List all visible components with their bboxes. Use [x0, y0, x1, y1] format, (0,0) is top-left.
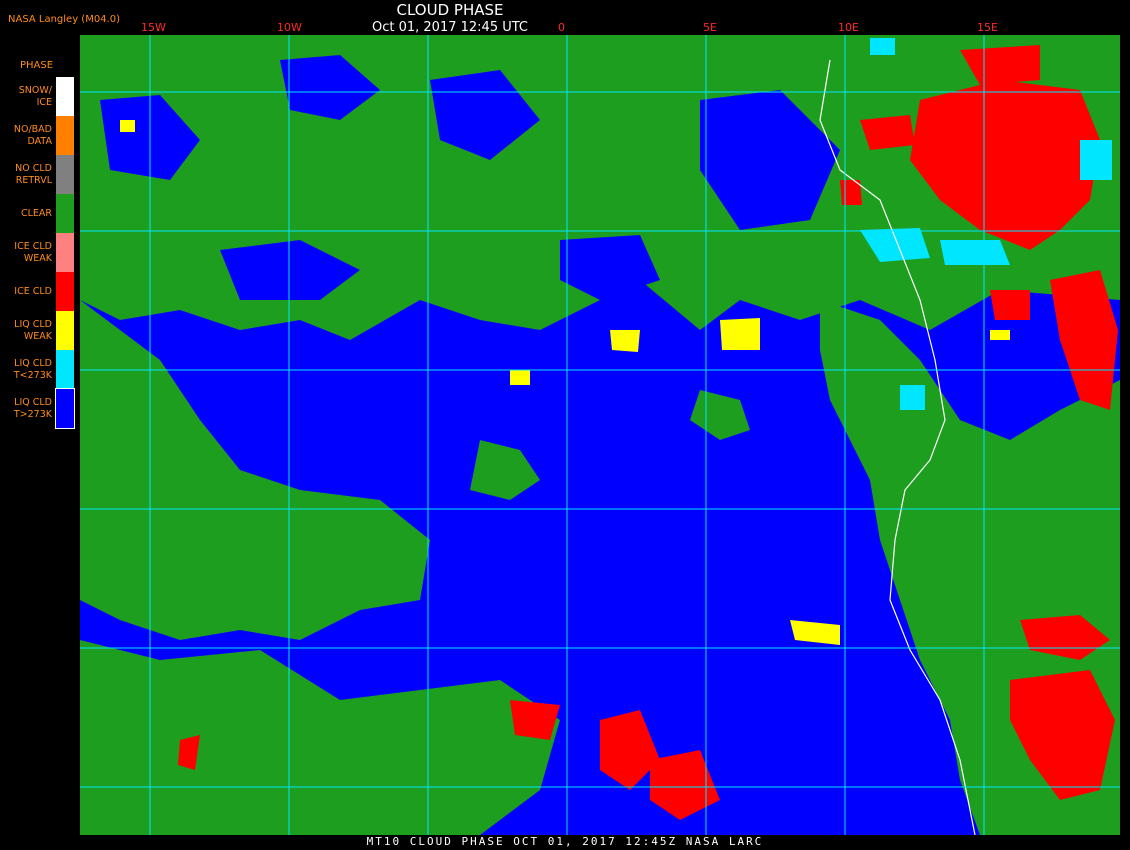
lon-label-15w: 15W [141, 21, 166, 34]
legend-swatch [56, 233, 74, 272]
legend-item-ice-cld: ICE CLD [0, 272, 78, 311]
legend-swatch [56, 194, 74, 233]
legend-swatch [56, 77, 74, 116]
legend-swatch [56, 116, 74, 155]
legend-item-clear: CLEAR [0, 194, 78, 233]
legend-label: LIQ CLD WEAK [14, 318, 52, 342]
lon-label-10w: 10W [277, 21, 302, 34]
legend-label: ICE CLD [14, 285, 52, 297]
map-title: CLOUD PHASE [396, 1, 504, 19]
legend-item-liq-cld-weak: LIQ CLD WEAK [0, 311, 78, 350]
lon-label-5e: 5E [703, 21, 717, 34]
lon-label-15e: 15E [977, 21, 998, 34]
cloud-phase-map [80, 35, 1120, 835]
map-datetime: Oct 01, 2017 12:45 UTC [372, 20, 528, 35]
footer-caption: MT10 CLOUD PHASE OCT 01, 2017 12:45Z NAS… [366, 835, 764, 848]
legend-item-snow-ice: SNOW/ ICE [0, 77, 78, 116]
legend-item-ice-cld-weak: ICE CLD WEAK [0, 233, 78, 272]
legend-swatch [55, 388, 75, 429]
legend-title: PHASE [20, 60, 54, 71]
legend-swatch [56, 350, 74, 389]
legend-label: LIQ CLD T>273K [13, 396, 52, 420]
legend-swatch [56, 155, 74, 194]
lon-label-10e: 10E [838, 21, 859, 34]
legend-label: CLEAR [20, 207, 52, 219]
legend-label: NO/BAD DATA [13, 123, 52, 147]
legend-swatch [56, 311, 74, 350]
legend-label: SNOW/ ICE [18, 84, 52, 108]
legend-item-liq-cld-warm: LIQ CLD T>273K [0, 388, 78, 429]
legend-item-liq-cld-cold: LIQ CLD T<273K [0, 350, 78, 389]
lon-label-0: 0 [558, 21, 565, 34]
legend-item-no-cld-retrvl: NO CLD RETRVL [0, 155, 78, 194]
legend-item-no-bad-data: NO/BAD DATA [0, 116, 78, 155]
legend-label: NO CLD RETRVL [15, 162, 52, 186]
legend-swatch [56, 272, 74, 311]
legend-label: ICE CLD WEAK [14, 240, 52, 264]
legend-label: LIQ CLD T<273K [13, 357, 52, 381]
